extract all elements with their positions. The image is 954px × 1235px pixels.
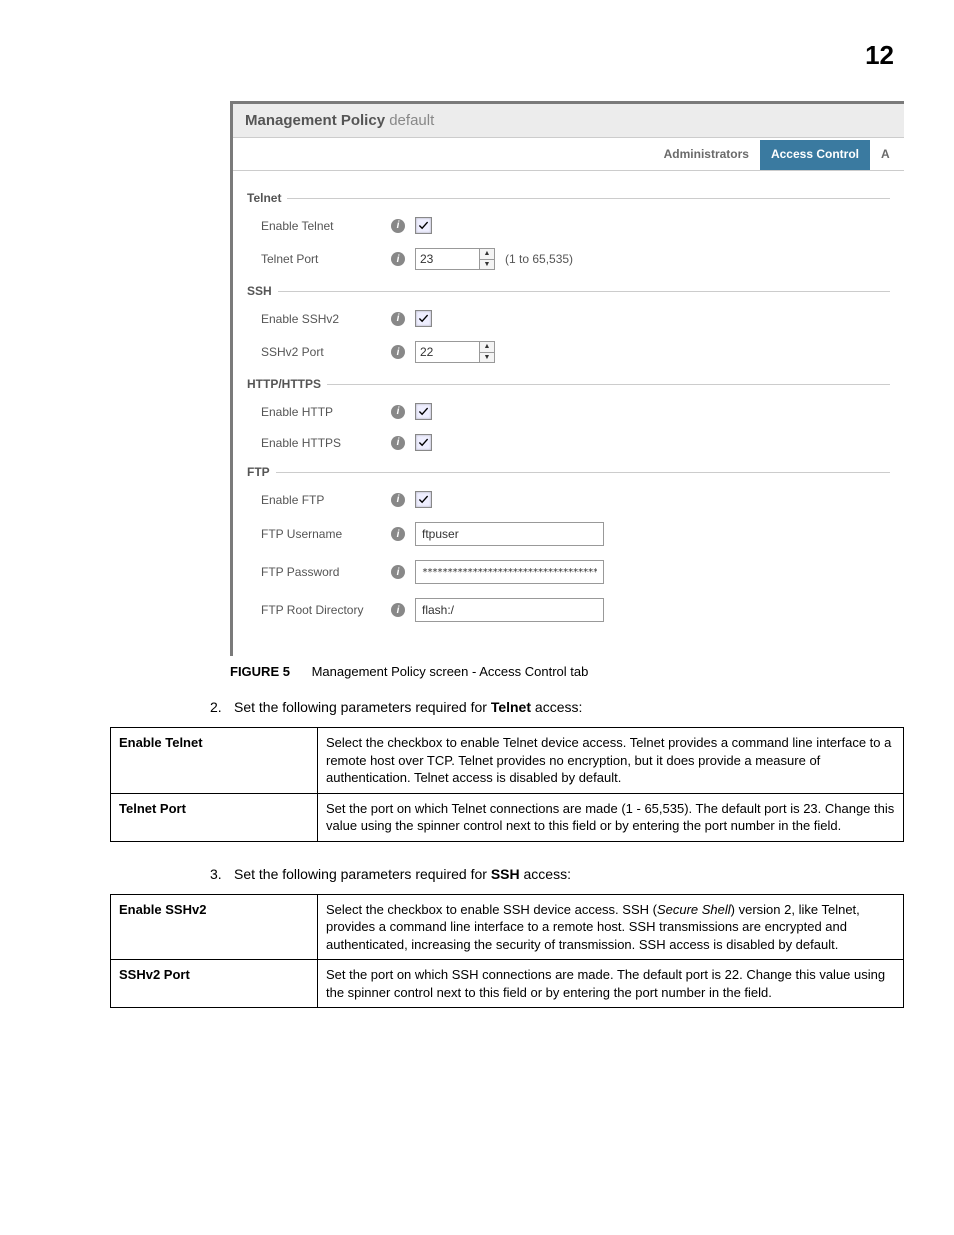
- step-2-bold: Telnet: [491, 699, 531, 715]
- info-icon[interactable]: i: [391, 493, 405, 507]
- enable-sshv2-checkbox[interactable]: [415, 310, 432, 327]
- panel-title: Management Policy default: [233, 104, 904, 138]
- step-2: 2. Set the following parameters required…: [210, 699, 904, 715]
- info-icon[interactable]: i: [391, 219, 405, 233]
- ftp-root-input[interactable]: [415, 598, 604, 622]
- enable-http-label: Enable HTTP: [261, 405, 391, 419]
- table-row: Enable SSHv2 Select the checkbox to enab…: [111, 894, 904, 960]
- step-2-text-after: access:: [531, 699, 582, 715]
- tab-access-control[interactable]: Access Control: [760, 140, 870, 170]
- telnet-port-input[interactable]: [415, 248, 480, 270]
- enable-telnet-label: Enable Telnet: [261, 219, 391, 233]
- telnet-port-label: Telnet Port: [261, 252, 391, 266]
- sshv2-port-spinner[interactable]: ▲▼: [415, 341, 495, 363]
- sshv2-port-input[interactable]: [415, 341, 480, 363]
- enable-https-label: Enable HTTPS: [261, 436, 391, 450]
- section-http-label: HTTP/HTTPS: [247, 377, 321, 391]
- ftp-password-input[interactable]: [415, 560, 604, 584]
- info-icon[interactable]: i: [391, 312, 405, 326]
- step-2-num: 2.: [210, 699, 234, 715]
- param-name: SSHv2 Port: [111, 960, 318, 1008]
- panel-title-label: Management Policy: [245, 112, 385, 129]
- ftp-root-label: FTP Root Directory: [261, 603, 391, 617]
- step-3-text-before: Set the following parameters required fo…: [234, 866, 491, 882]
- param-desc: Select the checkbox to enable SSH device…: [318, 894, 904, 960]
- form-body: Telnet Enable Telnet i Telnet Port i ▲▼ …: [233, 171, 904, 656]
- info-icon[interactable]: i: [391, 252, 405, 266]
- step-3: 3. Set the following parameters required…: [210, 866, 904, 882]
- page-number: 12: [80, 40, 894, 71]
- section-ssh-label: SSH: [247, 284, 272, 298]
- sshv2-port-label: SSHv2 Port: [261, 345, 391, 359]
- param-desc: Set the port on which SSH connections ar…: [318, 960, 904, 1008]
- enable-ftp-label: Enable FTP: [261, 493, 391, 507]
- info-icon[interactable]: i: [391, 405, 405, 419]
- ftp-username-input[interactable]: [415, 522, 604, 546]
- spinner-down-icon[interactable]: ▼: [480, 260, 494, 270]
- tab-strip: Administrators Access Control A: [233, 140, 904, 171]
- tab-administrators[interactable]: Administrators: [653, 140, 760, 170]
- panel-title-value: default: [389, 112, 434, 129]
- info-icon[interactable]: i: [391, 565, 405, 579]
- param-desc: Select the checkbox to enable Telnet dev…: [318, 728, 904, 794]
- step-2-text-before: Set the following parameters required fo…: [234, 699, 491, 715]
- figure-label: FIGURE 5: [230, 664, 290, 679]
- section-ssh: SSH: [247, 284, 890, 298]
- ftp-username-label: FTP Username: [261, 527, 391, 541]
- spinner-up-icon[interactable]: ▲: [480, 342, 494, 353]
- section-ftp-label: FTP: [247, 465, 270, 479]
- info-icon[interactable]: i: [391, 345, 405, 359]
- enable-https-checkbox[interactable]: [415, 434, 432, 451]
- spinner-up-icon[interactable]: ▲: [480, 249, 494, 260]
- info-icon[interactable]: i: [391, 603, 405, 617]
- ssh-param-table: Enable SSHv2 Select the checkbox to enab…: [110, 894, 904, 1009]
- param-desc: Set the port on which Telnet connections…: [318, 793, 904, 841]
- info-icon[interactable]: i: [391, 436, 405, 450]
- table-row: Enable Telnet Select the checkbox to ena…: [111, 728, 904, 794]
- section-telnet: Telnet: [247, 191, 890, 205]
- tab-partial[interactable]: A: [870, 140, 904, 170]
- spinner-down-icon[interactable]: ▼: [480, 353, 494, 363]
- info-icon[interactable]: i: [391, 527, 405, 541]
- screenshot-panel: Management Policy default Administrators…: [230, 101, 904, 656]
- param-name: Telnet Port: [111, 793, 318, 841]
- table-row: Telnet Port Set the port on which Telnet…: [111, 793, 904, 841]
- step-3-text-after: access:: [520, 866, 571, 882]
- figure-text: Management Policy screen - Access Contro…: [312, 664, 589, 679]
- table-row: SSHv2 Port Set the port on which SSH con…: [111, 960, 904, 1008]
- section-telnet-label: Telnet: [247, 191, 281, 205]
- section-http: HTTP/HTTPS: [247, 377, 890, 391]
- telnet-param-table: Enable Telnet Select the checkbox to ena…: [110, 727, 904, 842]
- section-ftp: FTP: [247, 465, 890, 479]
- telnet-port-spinner[interactable]: ▲▼: [415, 248, 495, 270]
- enable-telnet-checkbox[interactable]: [415, 217, 432, 234]
- param-name: Enable SSHv2: [111, 894, 318, 960]
- ftp-password-label: FTP Password: [261, 565, 391, 579]
- telnet-port-hint: (1 to 65,535): [505, 252, 573, 266]
- param-name: Enable Telnet: [111, 728, 318, 794]
- figure-caption: FIGURE 5 Management Policy screen - Acce…: [230, 664, 904, 679]
- enable-ftp-checkbox[interactable]: [415, 491, 432, 508]
- enable-http-checkbox[interactable]: [415, 403, 432, 420]
- enable-sshv2-label: Enable SSHv2: [261, 312, 391, 326]
- step-3-bold: SSH: [491, 866, 520, 882]
- step-3-num: 3.: [210, 866, 234, 882]
